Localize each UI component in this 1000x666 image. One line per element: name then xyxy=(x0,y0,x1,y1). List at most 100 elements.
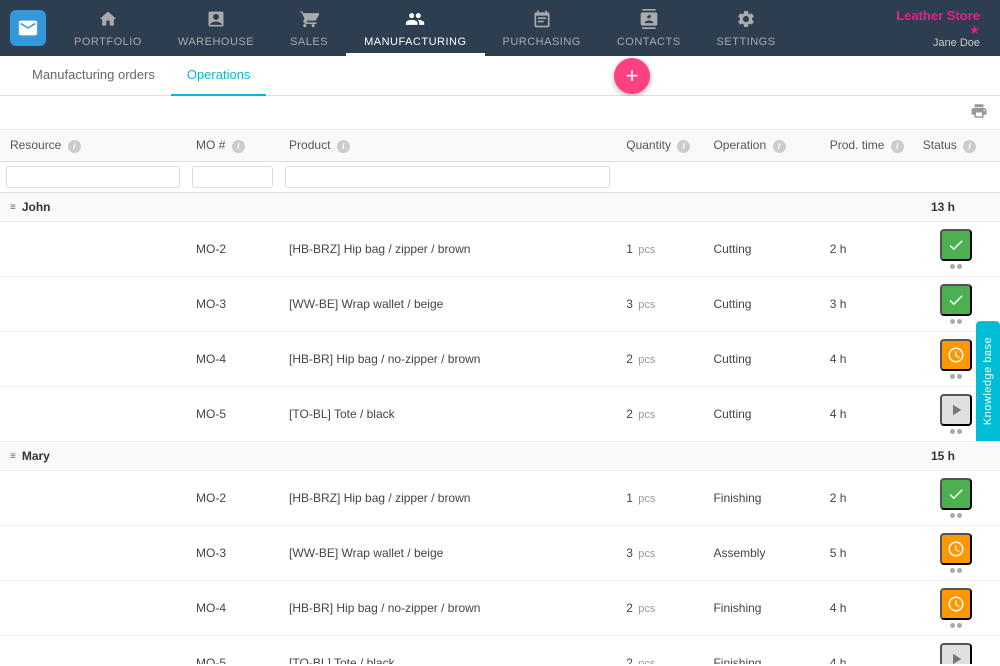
user-name: Jane Doe xyxy=(896,37,980,49)
cell-quantity: 3 pcs xyxy=(616,277,703,332)
status-button[interactable] xyxy=(940,394,972,426)
nav-manufacturing[interactable]: MANUFACTURING xyxy=(346,0,484,56)
warehouse-icon xyxy=(206,9,226,34)
cell-status xyxy=(913,526,1000,581)
user-info[interactable]: Leather Store ★ Jane Doe xyxy=(896,8,990,49)
cell-quantity: 2 pcs xyxy=(616,387,703,442)
qty-info-icon[interactable]: i xyxy=(677,140,690,153)
cell-status xyxy=(913,471,1000,526)
cell-resource xyxy=(0,581,186,636)
app-logo[interactable] xyxy=(10,10,46,46)
filter-mo[interactable] xyxy=(186,162,279,193)
col-header-status: Status i xyxy=(913,130,1000,162)
nav-warehouse[interactable]: WAREHOUSE xyxy=(160,0,272,56)
table-row: MO-2 [HB-BRZ] Hip bag / zipper / brown 1… xyxy=(0,222,1000,277)
cell-resource xyxy=(0,471,186,526)
settings-icon xyxy=(736,9,756,34)
cell-mo: MO-4 xyxy=(186,332,279,387)
group-name: Mary xyxy=(22,449,50,463)
cell-resource xyxy=(0,387,186,442)
op-info-icon[interactable]: i xyxy=(773,140,786,153)
cell-prod-time: 2 h xyxy=(820,471,913,526)
nav-contacts[interactable]: CONTACTS xyxy=(599,0,699,56)
tab-manufacturing-orders[interactable]: Manufacturing orders xyxy=(16,56,171,96)
nav-portfolio[interactable]: PORTFOLIO xyxy=(56,0,160,56)
group-label-cell: ≡ Mary xyxy=(0,442,913,471)
cell-product: [HB-BR] Hip bag / no-zipper / brown xyxy=(279,332,616,387)
status-button[interactable] xyxy=(940,533,972,565)
cell-mo: MO-4 xyxy=(186,581,279,636)
tab-operations[interactable]: Operations xyxy=(171,56,267,96)
cell-product: [HB-BRZ] Hip bag / zipper / brown xyxy=(279,222,616,277)
table-row: MO-5 [TO-BL] Tote / black 2 pcs Finishin… xyxy=(0,636,1000,665)
product-info-icon[interactable]: i xyxy=(337,140,350,153)
print-icon[interactable] xyxy=(970,102,988,125)
cell-status xyxy=(913,636,1000,665)
filter-resource[interactable] xyxy=(0,162,186,193)
nav-purchasing[interactable]: PURCHASING xyxy=(485,0,599,56)
status-button[interactable] xyxy=(940,229,972,261)
cell-operation: Finishing xyxy=(703,471,819,526)
table-header-row: Resource i MO # i Product i Quantity i O… xyxy=(0,130,1000,162)
resource-filter-input[interactable] xyxy=(6,166,180,188)
operations-table: Resource i MO # i Product i Quantity i O… xyxy=(0,130,1000,664)
product-filter-input[interactable] xyxy=(285,166,610,188)
group-arrow[interactable]: ≡ xyxy=(10,202,16,213)
cell-mo: MO-5 xyxy=(186,387,279,442)
table-row: MO-2 [HB-BRZ] Hip bag / zipper / brown 1… xyxy=(0,471,1000,526)
cell-prod-time: 2 h xyxy=(820,222,913,277)
store-name: Leather Store xyxy=(896,8,980,23)
cell-resource xyxy=(0,636,186,665)
status-info-icon[interactable]: i xyxy=(963,140,976,153)
group-row: ≡ Mary 15 h xyxy=(0,442,1000,471)
status-button[interactable] xyxy=(940,339,972,371)
mo-filter-input[interactable] xyxy=(192,166,273,188)
cell-mo: MO-3 xyxy=(186,526,279,581)
cell-mo: MO-2 xyxy=(186,222,279,277)
status-button[interactable] xyxy=(940,643,972,664)
portfolio-icon xyxy=(98,9,118,34)
cell-quantity: 1 pcs xyxy=(616,471,703,526)
cell-quantity: 1 pcs xyxy=(616,222,703,277)
cell-product: [WW-BE] Wrap wallet / beige xyxy=(279,526,616,581)
status-button[interactable] xyxy=(940,478,972,510)
cell-prod-time: 4 h xyxy=(820,332,913,387)
mo-info-icon[interactable]: i xyxy=(232,140,245,153)
knowledge-base-tab[interactable]: Knowledge base xyxy=(976,321,1000,441)
main-content: Resource i MO # i Product i Quantity i O… xyxy=(0,96,1000,666)
contacts-icon xyxy=(639,9,659,34)
cell-operation: Finishing xyxy=(703,636,819,665)
table-row: MO-3 [WW-BE] Wrap wallet / beige 3 pcs A… xyxy=(0,526,1000,581)
group-arrow[interactable]: ≡ xyxy=(10,451,16,462)
cell-resource xyxy=(0,277,186,332)
resource-info-icon[interactable]: i xyxy=(68,140,81,153)
cell-prod-time: 4 h xyxy=(820,636,913,665)
operations-table-container[interactable]: Resource i MO # i Product i Quantity i O… xyxy=(0,130,1000,664)
group-total-cell: 13 h xyxy=(913,193,1000,222)
group-label-cell: ≡ John xyxy=(0,193,913,222)
col-header-resource: Resource i xyxy=(0,130,186,162)
toolbar xyxy=(0,96,1000,130)
nav-settings[interactable]: SETTINGS xyxy=(699,0,794,56)
status-button[interactable] xyxy=(940,588,972,620)
col-header-mo: MO # i xyxy=(186,130,279,162)
add-button[interactable]: + xyxy=(614,58,650,94)
cell-mo: MO-2 xyxy=(186,471,279,526)
cell-prod-time: 4 h xyxy=(820,581,913,636)
cell-quantity: 3 pcs xyxy=(616,526,703,581)
col-header-quantity: Quantity i xyxy=(616,130,703,162)
time-info-icon[interactable]: i xyxy=(891,140,904,153)
manufacturing-icon xyxy=(405,9,425,34)
table-row: MO-3 [WW-BE] Wrap wallet / beige 3 pcs C… xyxy=(0,277,1000,332)
table-row: MO-4 [HB-BR] Hip bag / no-zipper / brown… xyxy=(0,332,1000,387)
table-body: ≡ John 13 h MO-2 [HB-BRZ] Hip bag / zipp… xyxy=(0,193,1000,665)
status-button[interactable] xyxy=(940,284,972,316)
group-name: John xyxy=(22,200,51,214)
group-total-cell: 15 h xyxy=(913,442,1000,471)
filter-product[interactable] xyxy=(279,162,616,193)
cell-product: [HB-BR] Hip bag / no-zipper / brown xyxy=(279,581,616,636)
col-header-operation: Operation i xyxy=(703,130,819,162)
purchasing-icon xyxy=(532,9,552,34)
nav-sales[interactable]: SALES xyxy=(272,0,346,56)
cell-operation: Finishing xyxy=(703,581,819,636)
